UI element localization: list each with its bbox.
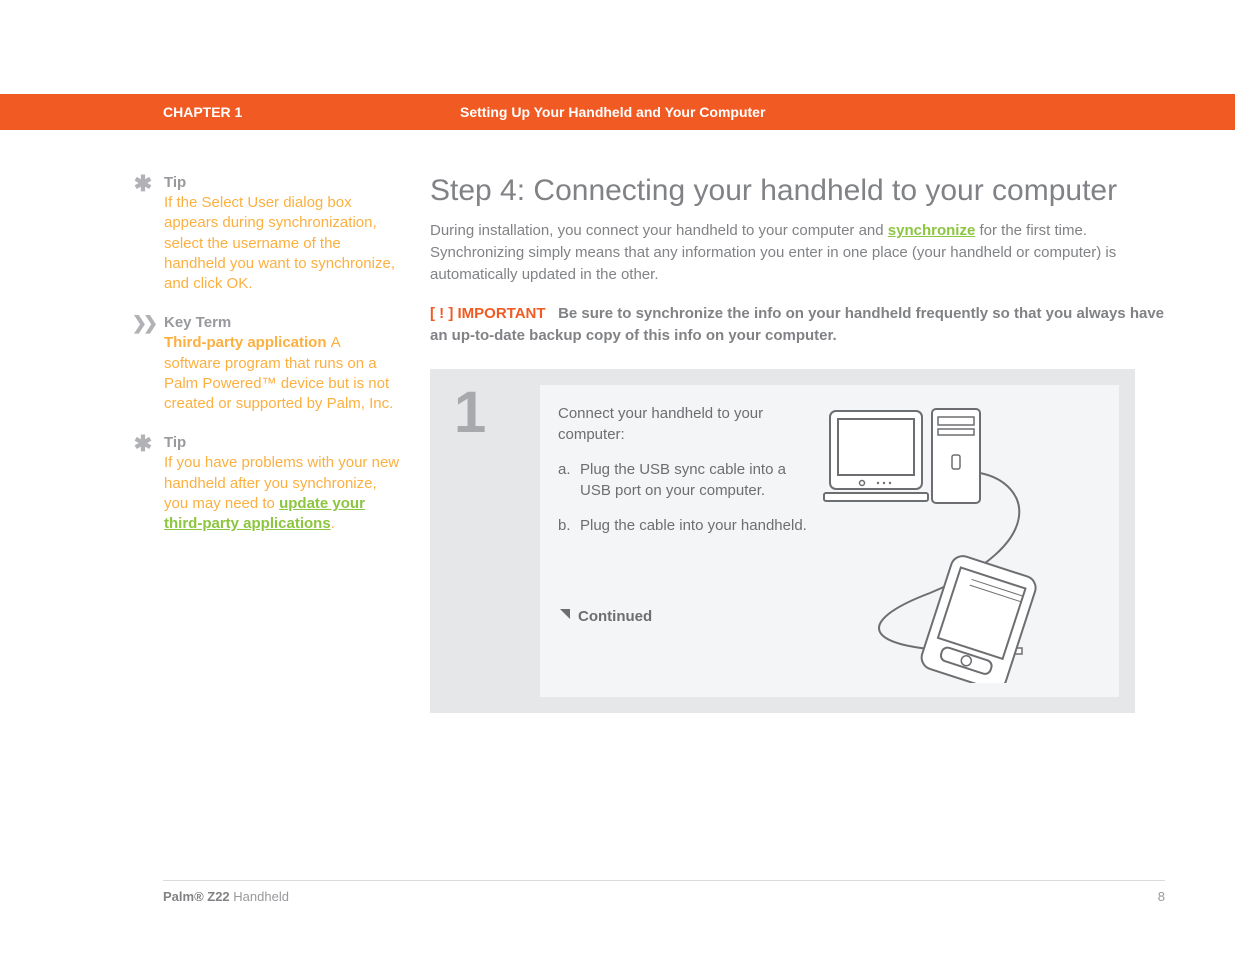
sidebar-heading: Tip (164, 434, 400, 451)
sidebar-block: ✱ Tip If the Select User dialog box appear… (130, 174, 400, 294)
substep: b.Plug the cable into your handheld. (558, 515, 818, 536)
key-term: Third-party application (164, 334, 331, 351)
substep-label: b. (558, 515, 580, 536)
step-lead: Connect your handheld to your computer: (558, 403, 818, 445)
intro-paragraph: During installation, you connect your ha… (430, 220, 1165, 285)
step-card: 1 Connect your handheld to your computer… (430, 369, 1135, 713)
substep-label: a. (558, 459, 580, 501)
page-body: ✱ Tip If the Select User dialog box appear… (0, 174, 1235, 713)
continued-arrow-icon (558, 606, 572, 628)
asterisk-icon: ✱ (130, 174, 156, 194)
chevrons-icon: ❯❯ (130, 314, 156, 332)
sidebar-heading: Tip (164, 174, 400, 191)
page-footer: Palm® Z22 Handheld 8 (163, 880, 1165, 904)
step-body: Connect your handheld to your computer: … (540, 385, 1119, 697)
sidebar-body: Third-party application A software progr… (164, 333, 400, 414)
continued-indicator: Continued (558, 606, 818, 628)
sidebar-body: If the Select User dialog box appears du… (164, 193, 400, 294)
product-name: Palm® Z22 Handheld (163, 889, 289, 904)
continued-label: Continued (578, 606, 652, 627)
step-number: 1 (454, 379, 540, 446)
step-number-column: 1 (430, 369, 540, 713)
substep: a.Plug the USB sync cable into a USB por… (558, 459, 818, 501)
sidebar: ✱ Tip If the Select User dialog box appear… (130, 174, 430, 713)
important-text (550, 305, 558, 322)
asterisk-icon: ✱ (130, 434, 156, 454)
product-rest: Handheld (230, 889, 289, 904)
substep-text: Plug the USB sync cable into a USB port … (580, 459, 818, 501)
sidebar-heading: Key Term (164, 314, 400, 331)
sidebar-text: If the Select User dialog box appears du… (164, 194, 395, 292)
sidebar-body: If you have problems with your new handh… (164, 453, 400, 534)
product-bold: Palm® Z22 (163, 889, 230, 904)
step-text: Connect your handheld to your computer: … (558, 403, 818, 683)
page-heading: Step 4: Connecting your handheld to your… (430, 174, 1165, 208)
step-substeps: a.Plug the USB sync cable into a USB por… (558, 459, 818, 536)
chapter-title: Setting Up Your Handheld and Your Comput… (460, 104, 765, 120)
sidebar-block: ✱ Tip If you have problems with your new h… (130, 434, 400, 534)
connection-illustration (818, 403, 1101, 683)
sidebar-text: . (331, 515, 335, 532)
main-content: Step 4: Connecting your handheld to your… (430, 174, 1165, 713)
chapter-label: CHAPTER 1 (163, 104, 242, 120)
sidebar-block: ❯❯ Key Term Third-party application A soft… (130, 314, 400, 414)
inline-link[interactable]: synchronize (888, 222, 976, 239)
chapter-header: CHAPTER 1 Setting Up Your Handheld and Y… (0, 94, 1235, 130)
important-note: [ ! ] IMPORTANT Be sure to synchronize t… (430, 303, 1165, 347)
important-tag: [ ! ] IMPORTANT (430, 305, 546, 322)
intro-text: During installation, you connect your ha… (430, 222, 888, 239)
page-number: 8 (1158, 889, 1165, 904)
substep-text: Plug the cable into your handheld. (580, 515, 807, 536)
